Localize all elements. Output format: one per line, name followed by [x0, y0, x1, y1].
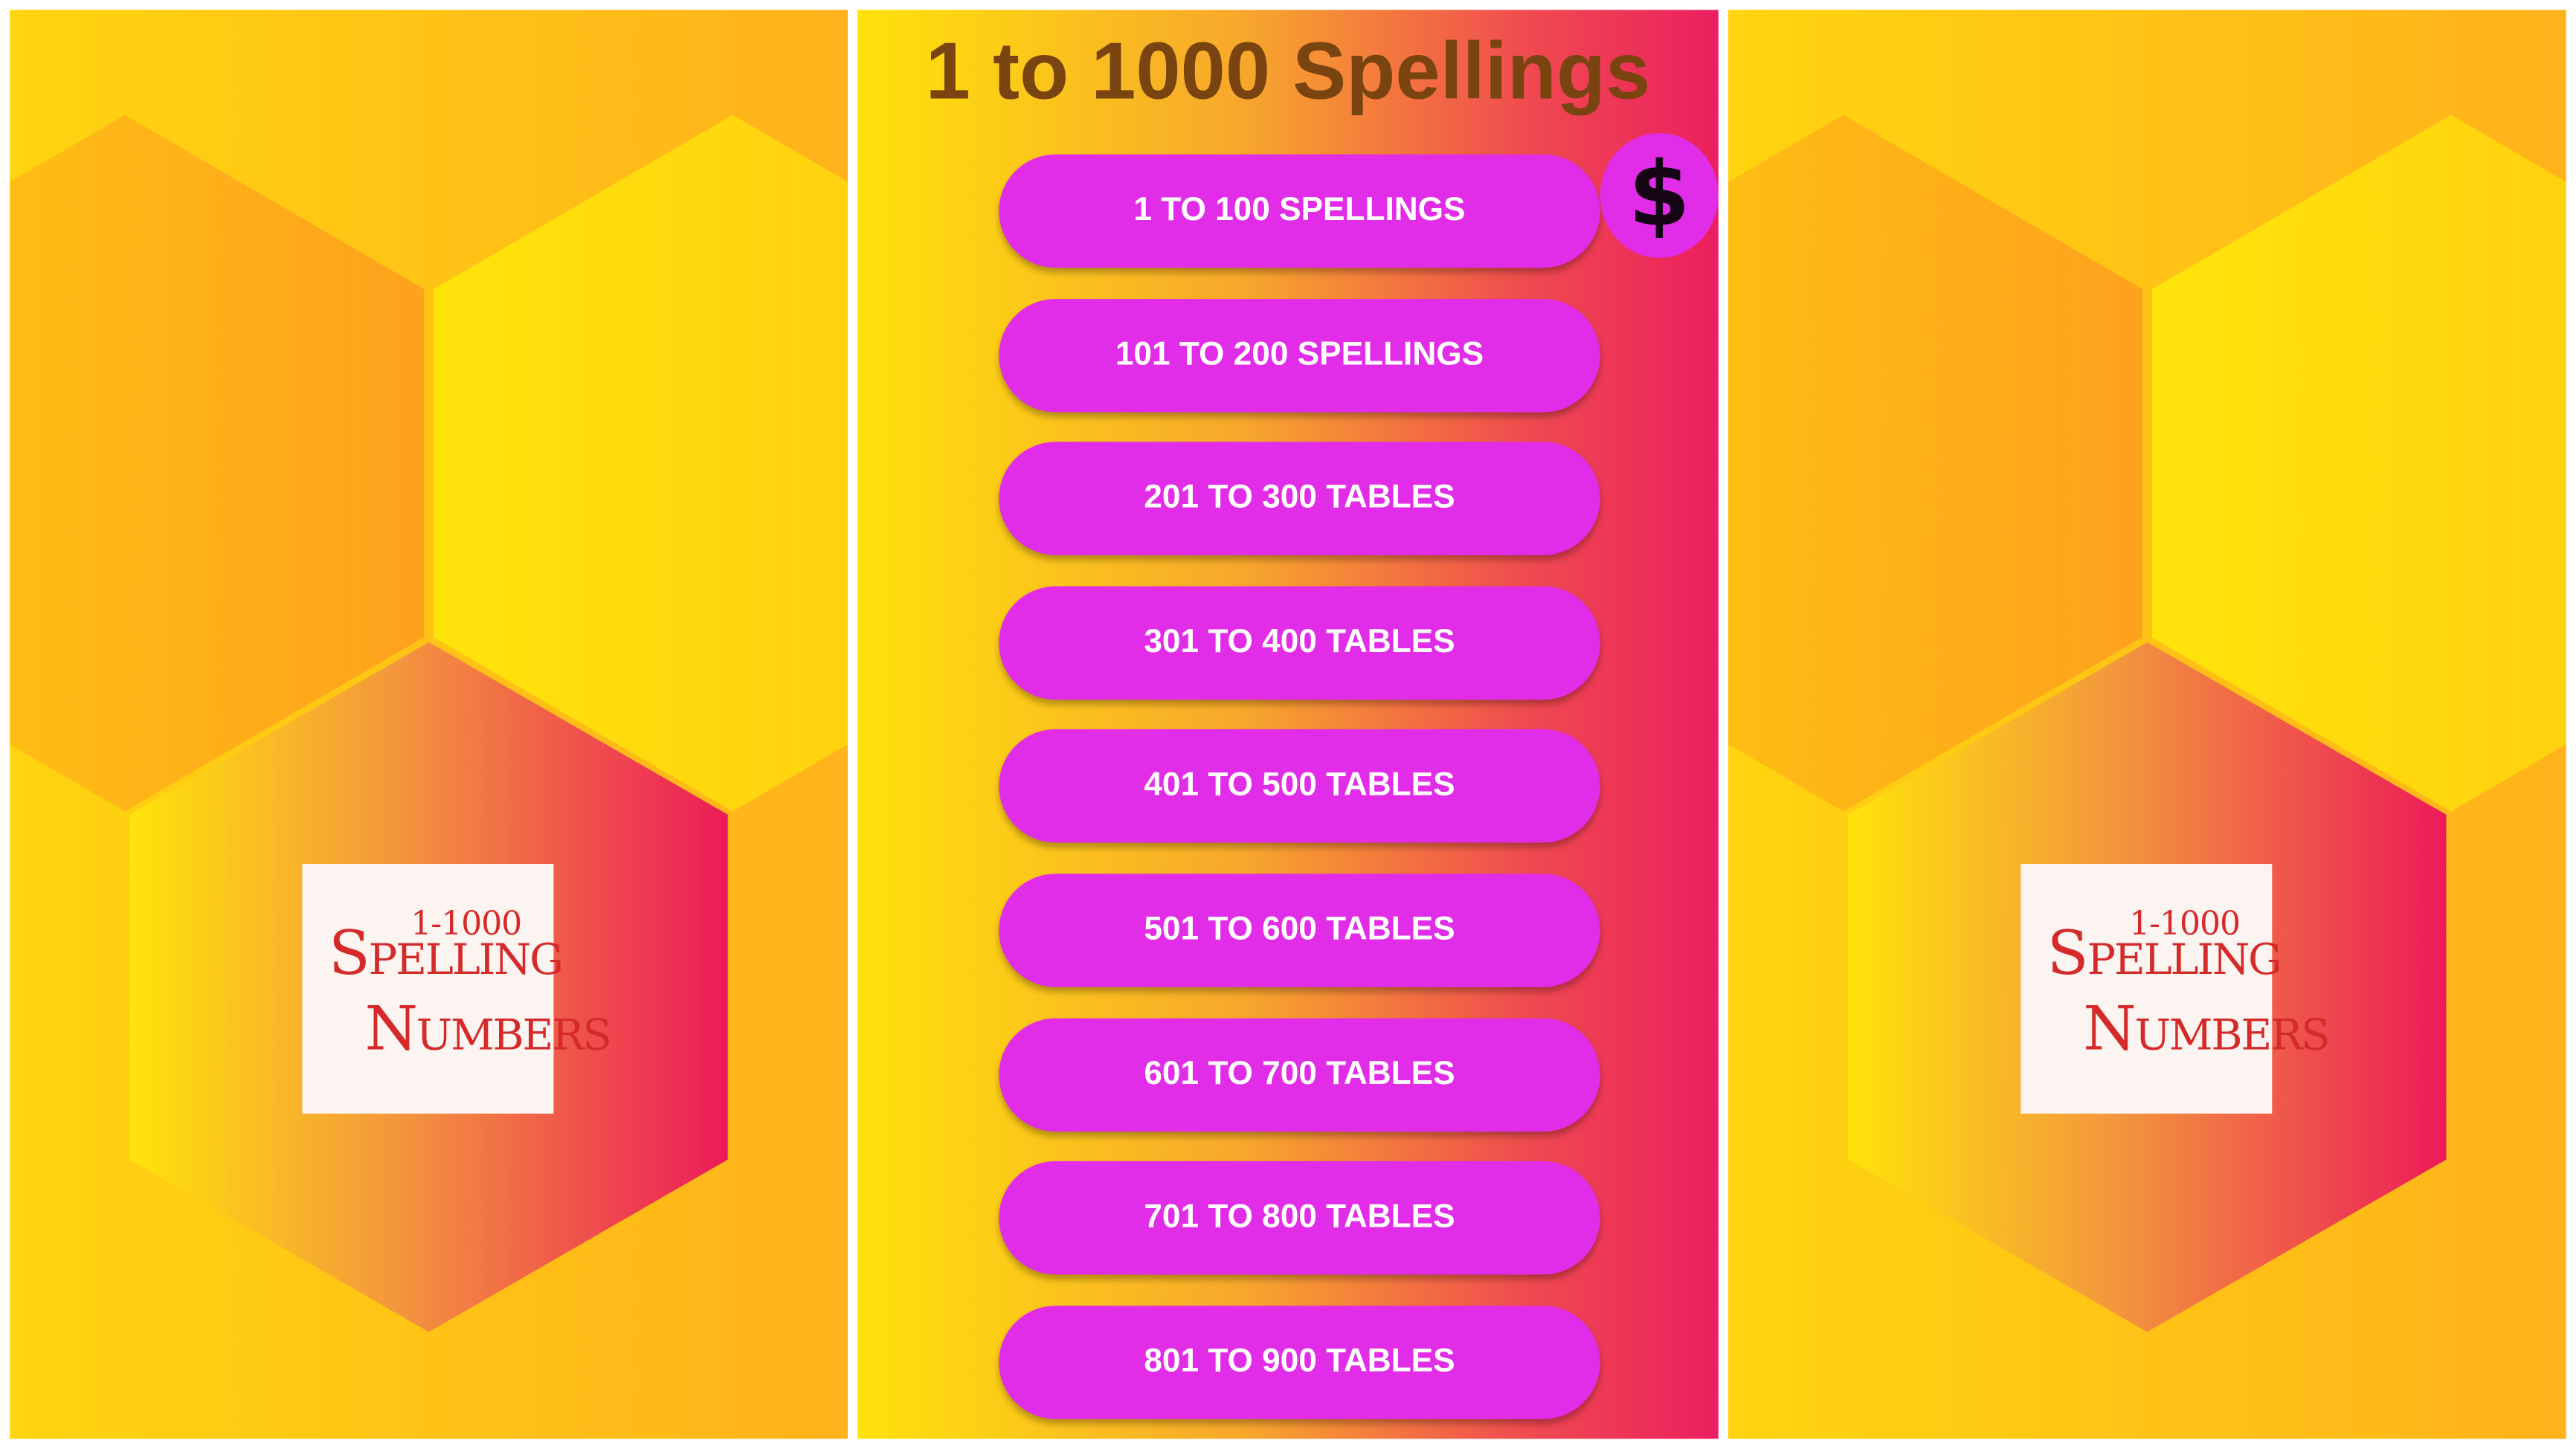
button-601-to-700-tables[interactable]: 601 TO 700 TABLES — [999, 1018, 1600, 1132]
main-menu-screen: 1 to 1000 Spellings 1 TO 100 SPELLINGS 1… — [857, 10, 1719, 1439]
button-401-to-500-tables[interactable]: 401 TO 500 TABLES — [999, 729, 1600, 843]
app-logo: 1-1000 Spelling Numbers — [2020, 864, 2331, 1114]
page-title: 1 to 1000 Spellings — [925, 28, 1651, 117]
honeycomb-background — [1728, 10, 2566, 1439]
button-501-to-600-tables[interactable]: 501 TO 600 TABLES — [999, 874, 1600, 987]
button-101-to-200-spellings[interactable]: 101 TO 200 SPELLINGS — [999, 299, 1600, 413]
button-701-to-800-tables[interactable]: 701 TO 800 TABLES — [999, 1161, 1600, 1275]
splash-screen-left: 1-1000 Spelling Numbers — [10, 10, 848, 1439]
button-301-to-400-tables[interactable]: 301 TO 400 TABLES — [999, 586, 1600, 700]
app-logo: 1-1000 Spelling Numbers — [302, 864, 612, 1114]
screenshot-collage: 1-1000 Spelling Numbers 1 to 1000 Spelli… — [0, 0, 2576, 1449]
button-1-to-100-spellings[interactable]: 1 TO 100 SPELLINGS — [999, 154, 1600, 268]
button-801-to-900-tables[interactable]: 801 TO 900 TABLES — [999, 1306, 1600, 1419]
dollar-icon[interactable]: $ — [1600, 132, 1719, 258]
logo-numbers-text: Numbers — [364, 993, 611, 1065]
honeycomb-background — [10, 10, 848, 1439]
logo-spelling-text: Spelling — [2047, 917, 2282, 989]
logo-spelling-text: Spelling — [328, 917, 564, 989]
button-201-to-300-tables[interactable]: 201 TO 300 TABLES — [999, 442, 1600, 555]
splash-screen-right: 1-1000 Spelling Numbers — [1728, 10, 2566, 1439]
logo-numbers-text: Numbers — [2083, 993, 2330, 1065]
